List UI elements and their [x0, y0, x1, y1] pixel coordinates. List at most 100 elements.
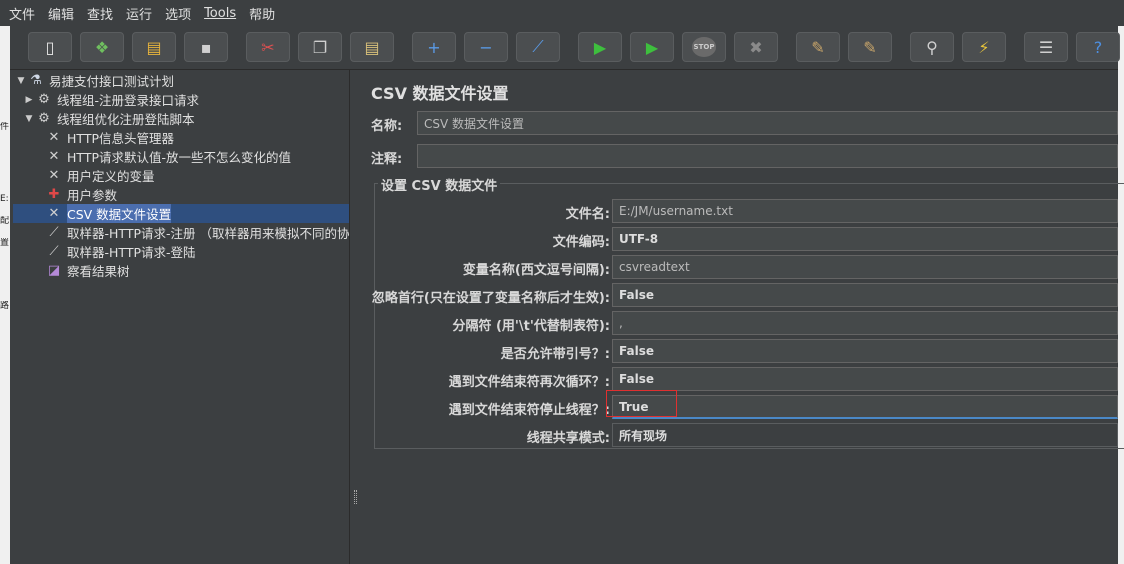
copy-button[interactable]: ❐ — [298, 32, 342, 62]
templates-icon: ❖ — [94, 37, 110, 57]
start-icon: ▶ — [593, 37, 607, 57]
menu-help[interactable]: 帮助 — [249, 4, 275, 23]
menu-run[interactable]: 运行 — [126, 4, 152, 23]
menu-file[interactable]: 文件 — [9, 4, 35, 23]
stop-icon: STOP — [691, 37, 717, 57]
shutdown-button[interactable]: ✖ — [734, 32, 778, 62]
open-button[interactable]: ▤ — [132, 32, 176, 62]
start-button[interactable]: ▶ — [578, 32, 622, 62]
varnames-field[interactable]: csvreadtext — [612, 255, 1118, 279]
function-helper-button[interactable]: ☰ — [1024, 32, 1068, 62]
stop-button[interactable]: STOP — [682, 32, 726, 62]
tree-node[interactable]: ✕ CSV 数据文件设置 — [13, 204, 349, 223]
tree-node[interactable]: ▼ ⚗ 易捷支付接口测试计划 — [15, 71, 174, 90]
tree-node-label: 取样器-HTTP请求-注册 （取样器用来模拟不同的协议 — [67, 226, 350, 241]
save-icon: ▪ — [200, 37, 212, 57]
tree-node-label: HTTP信息头管理器 — [67, 131, 174, 146]
gear-icon: ⚙ — [38, 111, 50, 126]
filename-label: 文件名: — [565, 207, 610, 222]
ignore-first-field[interactable]: False — [612, 283, 1118, 307]
stop-thread-field[interactable]: True — [612, 395, 1118, 419]
help-button[interactable]: ? — [1076, 32, 1120, 62]
open-icon: ▤ — [146, 37, 162, 57]
split-pane-divider[interactable] — [351, 70, 360, 564]
menu-edit[interactable]: 编辑 — [48, 4, 74, 23]
recycle-field[interactable]: False — [612, 367, 1118, 391]
tree-node-label: 易捷支付接口测试计划 — [49, 74, 175, 89]
strip-text: 置 — [0, 238, 10, 248]
wrench-icon: ✕ — [48, 168, 60, 183]
delimiter-label: 分隔符 (用'\t'代替制表符): — [452, 319, 610, 334]
tree-node-label: 察看结果树 — [67, 264, 130, 279]
clear-all-icon: ✎ — [863, 37, 877, 57]
comment-field[interactable] — [417, 144, 1118, 168]
encoding-field[interactable]: UTF-8 — [612, 227, 1118, 251]
function-helper-icon: ☰ — [1038, 37, 1054, 57]
annotation-highlight-box — [606, 390, 677, 417]
new-icon: ▯ — [45, 37, 55, 57]
templates-button[interactable]: ❖ — [80, 32, 124, 62]
tree-node[interactable]: ▼ ⚙ 线程组优化注册登陆脚本 — [23, 109, 195, 128]
quoted-field[interactable]: False — [612, 339, 1118, 363]
delimiter-field[interactable]: , — [612, 311, 1118, 335]
preprocessor-icon: ✚ — [48, 187, 60, 202]
start-no-pauses-button[interactable]: ▶ — [630, 32, 674, 62]
tree-node[interactable]: ✕ HTTP请求默认值-放一些不怎么变化的值 — [43, 147, 291, 166]
new-button[interactable]: ▯ — [28, 32, 72, 62]
background-window-strip: 件 E: 配 置 路 — [0, 26, 10, 564]
tree-node-label: HTTP请求默认值-放一些不怎么变化的值 — [67, 150, 291, 165]
reset-search-button[interactable]: ⚡ — [962, 32, 1006, 62]
filename-field[interactable]: E:/JM/username.txt — [612, 199, 1118, 223]
ignore-first-label: 忽略首行(只在设置了变量名称后才生效): — [371, 291, 610, 306]
pipette-icon: ⟋ — [49, 244, 59, 259]
chevron-down-icon[interactable]: ▼ — [23, 114, 35, 124]
wrench-icon: ✕ — [48, 149, 60, 164]
cut-button[interactable]: ✂ — [246, 32, 290, 62]
paste-button[interactable]: ▤ — [350, 32, 394, 62]
shutdown-icon: ✖ — [749, 37, 763, 57]
tree-node[interactable]: ◪ 察看结果树 — [43, 261, 130, 280]
wrench-icon: ✕ — [48, 206, 60, 221]
menu-tools[interactable]: Tools — [204, 6, 236, 21]
sharing-field[interactable]: 所有现场 — [612, 423, 1118, 447]
clear-icon: ✎ — [811, 37, 825, 57]
strip-text: 配 — [0, 216, 10, 226]
panel-title: CSV 数据文件设置 — [371, 84, 509, 103]
tree-node[interactable]: ⟋ 取样器-HTTP请求-注册 （取样器用来模拟不同的协议 — [43, 223, 350, 242]
clear-all-button[interactable]: ✎ — [848, 32, 892, 62]
tree-node-label: 用户定义的变量 — [67, 169, 155, 184]
expand-button[interactable]: + — [412, 32, 456, 62]
menu-bar: 文件 编辑 查找 运行 选项 Tools 帮助 — [0, 0, 1124, 26]
tree-node[interactable]: ▶ ⚙ 线程组-注册登录接口请求 — [23, 90, 199, 109]
menu-options[interactable]: 选项 — [165, 4, 191, 23]
collapse-button[interactable]: − — [464, 32, 508, 62]
tree-node[interactable]: ✚ 用户参数 — [43, 185, 117, 204]
expand-icon: + — [427, 37, 441, 57]
clear-button[interactable]: ✎ — [796, 32, 840, 62]
tree-node[interactable]: ⟋ 取样器-HTTP请求-登陆 — [43, 242, 196, 261]
chevron-down-icon[interactable]: ▼ — [15, 76, 27, 86]
gear-icon: ⚙ — [38, 92, 50, 107]
toggle-button[interactable]: ⟋ — [516, 32, 560, 62]
toggle-icon: ⟋ — [532, 37, 544, 56]
strip-text: 路 — [0, 301, 10, 311]
search-icon: ⚲ — [926, 37, 938, 57]
name-field[interactable]: CSV 数据文件设置 — [417, 111, 1118, 135]
strip-text: E: — [0, 194, 9, 204]
cut-icon: ✂ — [261, 37, 275, 57]
search-button[interactable]: ⚲ — [910, 32, 954, 62]
chevron-right-icon[interactable]: ▶ — [23, 95, 35, 105]
pipette-icon: ⟋ — [49, 225, 59, 240]
tree-node-label: CSV 数据文件设置 — [67, 204, 172, 223]
start-no-pauses-icon: ▶ — [645, 37, 659, 57]
wrench-icon: ✕ — [48, 130, 60, 145]
help-icon: ? — [1093, 37, 1103, 57]
tree-node-label: 取样器-HTTP请求-登陆 — [67, 245, 196, 260]
stop-thread-label: 遇到文件结束符停止线程？: — [448, 403, 610, 418]
tree-node[interactable]: ✕ HTTP信息头管理器 — [43, 128, 174, 147]
save-button[interactable]: ▪ — [184, 32, 228, 62]
menu-search[interactable]: 查找 — [87, 4, 113, 23]
splitter-grip[interactable] — [354, 490, 357, 504]
tree-node[interactable]: ✕ 用户定义的变量 — [43, 166, 155, 185]
recycle-label: 遇到文件结束符再次循环？: — [448, 375, 610, 390]
